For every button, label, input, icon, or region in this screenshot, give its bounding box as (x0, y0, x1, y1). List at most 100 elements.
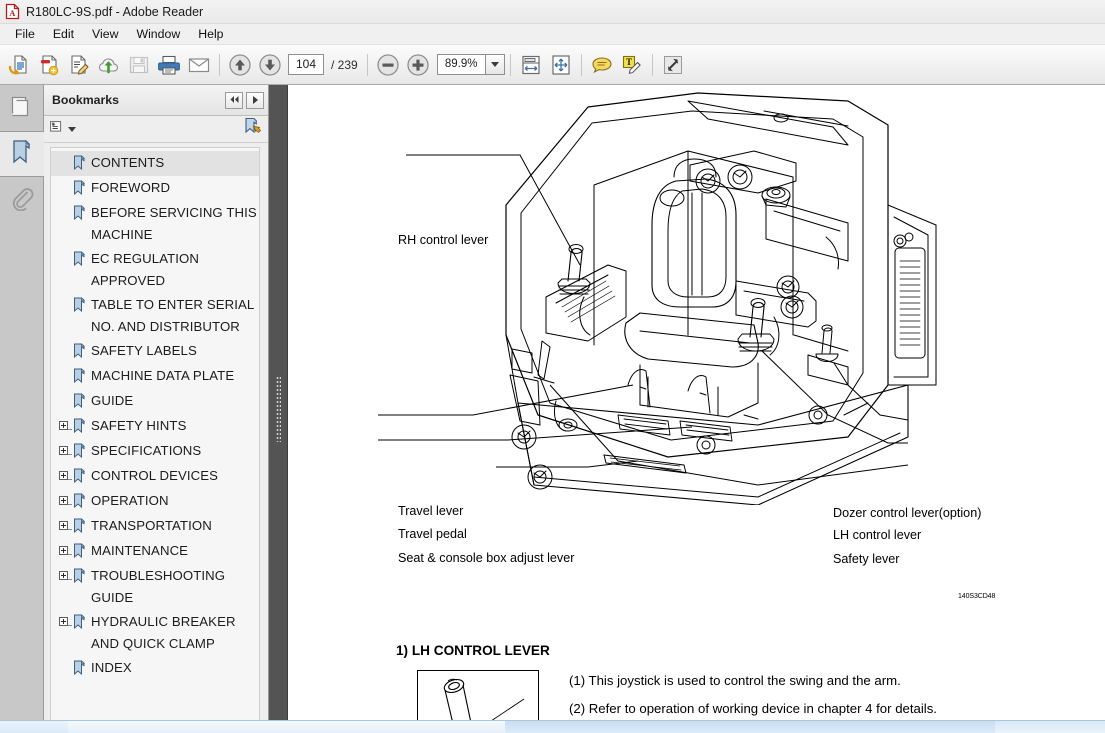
upload-cloud-icon[interactable] (94, 50, 124, 80)
expand-toggle-button[interactable] (57, 490, 73, 505)
bookmark-item[interactable]: BEFORE SERVICING THIS MACHINE (51, 201, 259, 247)
expand-toggle-button[interactable] (57, 465, 73, 480)
taskbar-tray-region[interactable] (995, 721, 1105, 733)
expander-spacer (57, 340, 73, 345)
toolbar-separator-5 (651, 53, 653, 76)
bookmark-item[interactable]: EC REGULATION APPROVED (51, 247, 259, 293)
navigation-rail (0, 85, 44, 733)
plus-square-icon (58, 470, 68, 480)
rail-item-bookmarks[interactable] (0, 131, 44, 177)
bookmarks-icon (9, 138, 35, 171)
taskbar-start-region[interactable] (0, 721, 68, 733)
bookmark-item-label: GUIDE (91, 393, 134, 408)
zoom-dropdown-button[interactable] (484, 54, 505, 75)
page-number-input[interactable]: 104 (288, 54, 324, 75)
menu-view[interactable]: View (83, 25, 127, 43)
menu-window[interactable]: Window (127, 25, 189, 43)
adobe-reader-window: A R180LC-9S.pdf - Adobe Reader File Edit… (0, 0, 1105, 733)
bookmark-item[interactable]: INDEX (51, 656, 259, 681)
plus-square-icon (58, 616, 68, 626)
bookmark-item-label: CONTENTS (91, 155, 165, 170)
save-icon (124, 50, 154, 80)
new-bookmark-button[interactable] (243, 117, 262, 141)
adobe-pdf-icon: A (4, 3, 21, 20)
rail-item-page-thumbnails[interactable] (0, 85, 44, 131)
bookmark-page-icon (73, 518, 86, 538)
toolbar-separator-2 (366, 53, 368, 76)
bookmark-item[interactable]: CONTROL DEVICES (51, 464, 259, 489)
expand-toggle-button[interactable] (57, 540, 73, 555)
tree-connector (67, 429, 72, 430)
expand-toggle-button[interactable] (57, 565, 73, 580)
bookmark-page-icon (73, 297, 86, 317)
bookmark-page-icon (73, 251, 86, 271)
bookmark-item[interactable]: TROUBLESHOOTING GUIDE (51, 564, 259, 610)
bookmark-item[interactable]: TRANSPORTATION (51, 514, 259, 539)
bookmark-item-label: OPERATION (91, 493, 169, 508)
menu-help[interactable]: Help (189, 25, 232, 43)
bookmark-item-label: INDEX (91, 660, 132, 675)
expand-toggle-button[interactable] (57, 515, 73, 530)
fit-page-icon[interactable] (546, 50, 576, 80)
expand-toggle-button[interactable] (57, 611, 73, 626)
print-icon[interactable] (154, 50, 184, 80)
zoom-value-input[interactable]: 89.9% (436, 54, 485, 75)
bookmark-page-icon (73, 493, 86, 513)
bookmark-item[interactable]: GUIDE (51, 389, 259, 414)
taskbar-app-region[interactable] (505, 721, 995, 733)
rail-item-attachments[interactable] (0, 177, 44, 223)
fit-width-icon[interactable] (516, 50, 546, 80)
attachments-icon (9, 185, 35, 216)
bookmark-item-label: CONTROL DEVICES (91, 468, 219, 483)
plus-square-icon (58, 570, 68, 580)
bookmark-item[interactable]: MAINTENANCE (51, 539, 259, 564)
bookmark-item[interactable]: MACHINE DATA PLATE (51, 364, 259, 389)
collapse-panel-button[interactable] (225, 91, 243, 109)
expand-toggle-button[interactable] (57, 440, 73, 455)
bookmark-item[interactable]: CONTENTS (51, 151, 259, 176)
bookmark-item-label: MAINTENANCE (91, 543, 189, 558)
bookmark-page-icon (73, 543, 86, 563)
minus-circle-icon[interactable] (373, 50, 403, 80)
arrow-down-circle-icon[interactable] (255, 50, 285, 80)
os-taskbar[interactable] (0, 720, 1105, 733)
panel-splitter[interactable] (269, 85, 288, 733)
bookmarks-list[interactable]: CONTENTS FOREWORD BEFORE SERVICING THIS MA… (50, 147, 260, 725)
bookmark-item[interactable]: SAFETY HINTS (51, 414, 259, 439)
create-pdf-icon[interactable] (34, 50, 64, 80)
expand-toggle-button[interactable] (57, 415, 73, 430)
toolbar-separator-1 (219, 53, 220, 76)
bookmark-item-label: FOREWORD (91, 180, 171, 195)
figure-code-main: 140S3CD48 (958, 593, 996, 600)
bookmarks-panel-title: Bookmarks (52, 93, 119, 107)
fullscreen-expand-icon[interactable] (658, 50, 688, 80)
highlight-text-icon[interactable]: T (617, 50, 647, 80)
open-recent-icon[interactable] (4, 50, 34, 80)
email-icon[interactable] (184, 50, 214, 80)
svg-text:T: T (626, 57, 632, 67)
bookmark-item[interactable]: TABLE TO ENTER SERIAL NO. AND DISTRIBUTO… (51, 293, 259, 339)
menu-file[interactable]: File (6, 25, 44, 43)
arrow-up-circle-icon[interactable] (225, 50, 255, 80)
bookmark-item-label: SPECIFICATIONS (91, 443, 202, 458)
expand-panel-button[interactable] (246, 91, 264, 109)
bookmark-options-button[interactable] (50, 120, 76, 139)
comment-balloon-icon[interactable] (587, 50, 617, 80)
bookmark-item-label: TRANSPORTATION (91, 518, 212, 533)
edit-pdf-icon[interactable] (64, 50, 94, 80)
expander-spacer (57, 390, 73, 395)
diagram-label-lh-control-lever: LH control lever (833, 528, 922, 542)
bookmark-item[interactable]: SPECIFICATIONS (51, 439, 259, 464)
menu-edit[interactable]: Edit (44, 25, 83, 43)
bookmark-item[interactable]: FOREWORD (51, 176, 259, 201)
expander-spacer (57, 657, 73, 662)
document-viewport[interactable]: RH control lever Travel lever Travel ped… (288, 85, 1105, 733)
diagram-label-safety-lever: Safety lever (833, 552, 900, 566)
bookmark-item[interactable]: OPERATION (51, 489, 259, 514)
expander-spacer (57, 365, 73, 370)
bookmark-item[interactable]: HYDRAULIC BREAKER AND QUICK CLAMP (51, 610, 259, 656)
bookmark-item[interactable]: SAFETY LABELS (51, 339, 259, 364)
plus-circle-icon[interactable] (403, 50, 433, 80)
bookmark-item-label: EC REGULATION APPROVED (91, 251, 200, 288)
taskbar-quicklaunch-region[interactable] (68, 721, 505, 733)
